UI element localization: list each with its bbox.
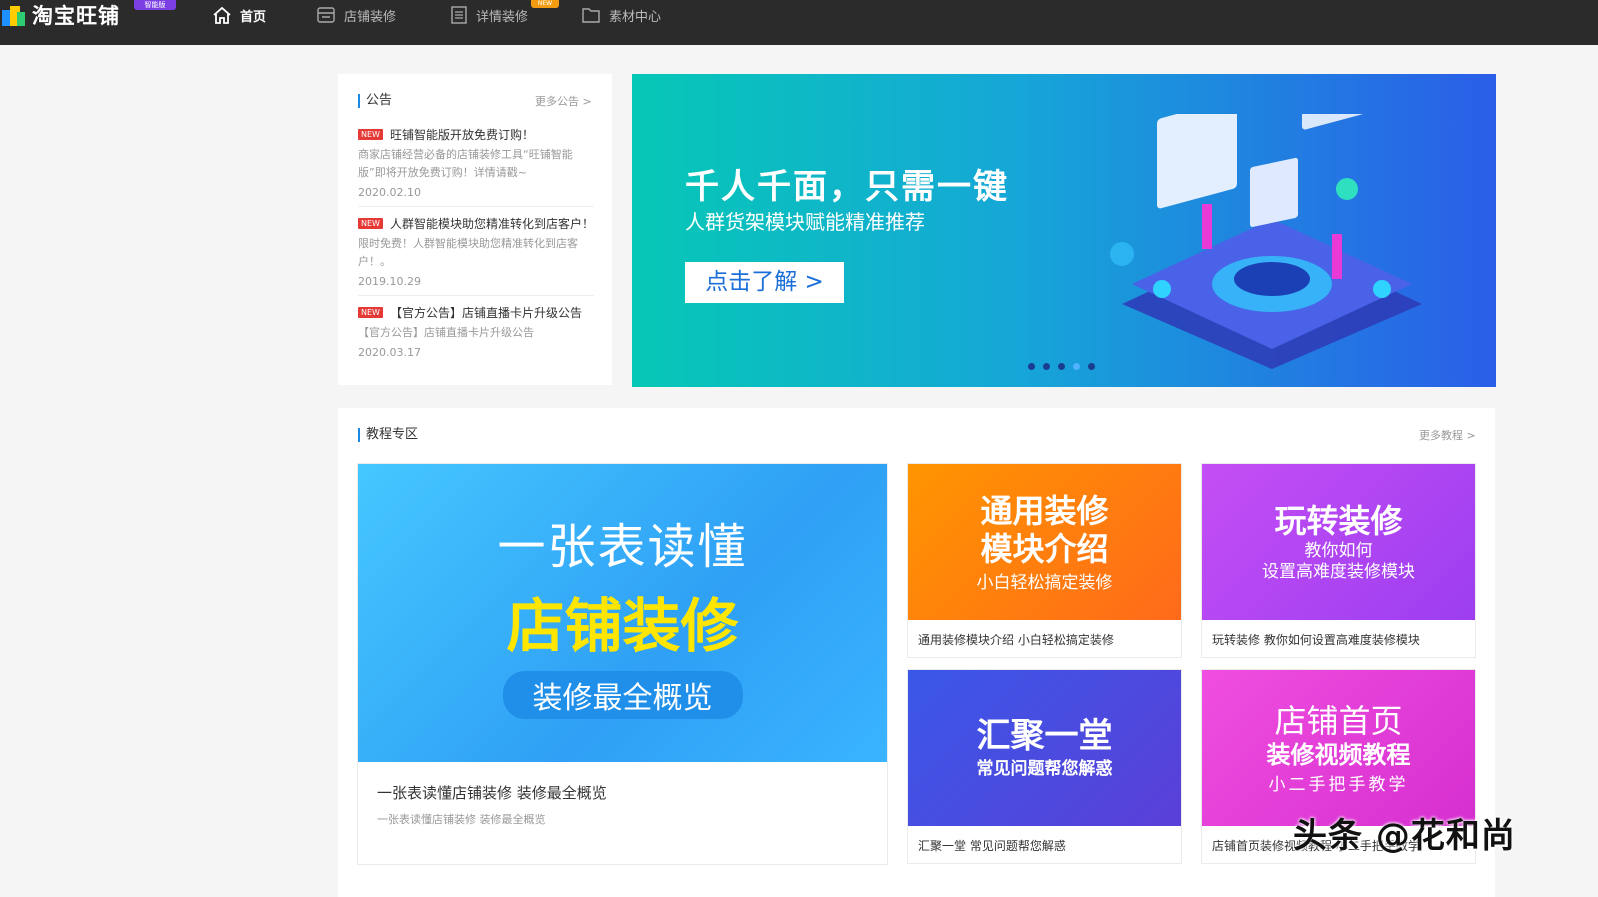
tutorial-item[interactable]: 汇聚一堂 常见问题帮您解惑 汇聚一堂 常见问题帮您解惑 xyxy=(907,669,1182,864)
banner-title: 千人千面，只需一键 xyxy=(685,167,1009,207)
store-icon xyxy=(317,7,335,23)
thumb-line1: 通用装修 xyxy=(980,491,1109,530)
notice-item-desc: 商家店铺经营必备的店铺装修工具“旺铺智能版”即将开放免费订购！详情请戳~ xyxy=(358,148,573,179)
nav-label: 首页 xyxy=(240,9,267,25)
nav-detail-decoration[interactable]: 详情装修 xyxy=(450,0,528,30)
tutorial-thumbnail: 玩转装修 教你如何 设置高难度装修模块 xyxy=(1202,464,1475,620)
edition-badge: 智能版 xyxy=(134,0,176,10)
carousel-dot[interactable] xyxy=(1028,363,1035,370)
nav-label: 店铺装修 xyxy=(344,9,397,25)
notice-item-date: 2019.10.29 xyxy=(358,275,421,288)
notice-item[interactable]: NEW 【官方公告】店铺直播卡片升级公告 【官方公告】店铺直播卡片升级公告 202… xyxy=(358,304,594,359)
top-navbar: 淘宝旺铺 智能版 首页 店铺装修 详情装修 NEW 素材中心 xyxy=(0,0,1598,45)
thumb-line2: 店铺装修 xyxy=(506,592,739,660)
tutorial-caption: 通用装修模块介绍 小白轻松搞定装修 xyxy=(918,633,1114,647)
nav-store-decoration[interactable]: 店铺装修 xyxy=(316,0,396,30)
thumb-line3: 小白轻松搞定装修 xyxy=(976,572,1113,593)
thumb-line1: 汇聚一堂 xyxy=(976,716,1113,756)
new-tag: NEW xyxy=(358,306,383,318)
notice-item[interactable]: NEW 人群智能模块助您精准转化到店客户！ 限时免费！人群智能模块助您精准转化到店… xyxy=(358,215,594,288)
tutorial-item[interactable]: 玩转装修 教你如何 设置高难度装修模块 玩转装修 教你如何设置高难度装修模块 xyxy=(1201,463,1476,658)
document-icon xyxy=(451,6,467,24)
nav-label: 详情装修 xyxy=(476,9,529,25)
tutorial-title: 教程专区 xyxy=(358,428,418,442)
nav-new-badge: NEW xyxy=(531,0,559,8)
notice-item-title: 【官方公告】店铺直播卡片升级公告 xyxy=(389,305,582,320)
promo-banner[interactable]: 千人千面，只需一键 人群货架模块赋能精准推荐 点击了解 > xyxy=(632,74,1496,387)
thumb-line3: 装修最全概览 xyxy=(502,671,743,719)
logo-text: 淘宝旺铺 xyxy=(32,4,120,28)
nav-label: 素材中心 xyxy=(609,9,662,25)
nav-material-center[interactable]: 素材中心 xyxy=(581,0,661,30)
tutorial-subcaption: 一张表读懂店铺装修 装修最全概览 xyxy=(377,813,546,826)
thumb-line2: 常见问题帮您解惑 xyxy=(976,759,1113,779)
notice-item-date: 2020.03.17 xyxy=(358,346,421,359)
carousel-dot[interactable] xyxy=(1088,363,1095,370)
tutorial-thumbnail: 店铺首页 装修视频教程 小二手把手教学 xyxy=(1202,670,1475,826)
new-tag: NEW xyxy=(358,217,383,229)
logo[interactable]: 淘宝旺铺 xyxy=(2,0,120,30)
notice-item-title: 人群智能模块助您精准转化到店客户！ xyxy=(389,216,594,231)
tutorial-caption: 一张表读懂店铺装修 装修最全概览 xyxy=(377,784,607,802)
thumb-line2: 模块介绍 xyxy=(980,529,1109,568)
tutorial-thumbnail: 通用装修 模块介绍 小白轻松搞定装修 xyxy=(908,464,1181,620)
thumb-line1: 玩转装修 xyxy=(1274,502,1403,540)
carousel-dot-active[interactable] xyxy=(1073,363,1080,370)
carousel-dot[interactable] xyxy=(1043,363,1050,370)
notice-item-desc: 【官方公告】店铺直播卡片升级公告 xyxy=(358,326,534,339)
divider xyxy=(358,295,594,296)
more-tutorials-link[interactable]: 更多教程 > xyxy=(1419,427,1476,443)
thumb-line2: 装修视频教程 xyxy=(1266,740,1411,769)
banner-subtitle: 人群货架模块赋能精准推荐 xyxy=(685,210,925,234)
thumb-line1: 店铺首页 xyxy=(1274,701,1403,740)
notice-title: 公告 xyxy=(358,94,392,108)
tutorial-thumbnail: 汇聚一堂 常见问题帮您解惑 xyxy=(908,670,1181,826)
notice-item-desc: 限时免费！人群智能模块助您精准转化到店客户！。 xyxy=(358,237,578,268)
learn-more-button[interactable]: 点击了解 > xyxy=(685,262,844,303)
more-notices-link[interactable]: 更多公告 > xyxy=(535,93,592,109)
tutorial-item[interactable]: 通用装修 模块介绍 小白轻松搞定装修 通用装修模块介绍 小白轻松搞定装修 xyxy=(907,463,1182,658)
folder-icon xyxy=(582,8,600,23)
thumb-line3: 小二手把手教学 xyxy=(1268,774,1409,795)
thumb-line1: 一张表读懂 xyxy=(497,519,748,575)
carousel-dot[interactable] xyxy=(1058,363,1065,370)
thumb-line3: 设置高难度装修模块 xyxy=(1262,562,1415,582)
tutorial-caption: 玩转装修 教你如何设置高难度装修模块 xyxy=(1212,633,1420,647)
logo-mark-icon xyxy=(2,4,26,26)
home-icon xyxy=(213,6,231,24)
watermark: 头条 @花和尚 xyxy=(1293,816,1516,856)
notice-card: 公告 更多公告 > NEW 旺铺智能版开放免费订购！ 商家店铺经营必备的店铺装修工… xyxy=(338,74,612,385)
tutorial-caption: 汇聚一堂 常见问题帮您解惑 xyxy=(918,839,1066,853)
new-tag: NEW xyxy=(358,128,383,140)
notice-item[interactable]: NEW 旺铺智能版开放免费订购！ 商家店铺经营必备的店铺装修工具“旺铺智能版”即将… xyxy=(358,126,594,199)
notice-item-date: 2020.02.10 xyxy=(358,186,421,199)
isometric-illustration-icon xyxy=(1110,114,1422,369)
thumb-line2: 教你如何 xyxy=(1304,541,1373,561)
nav-home[interactable]: 首页 xyxy=(212,0,266,30)
tutorial-thumbnail: 一张表读懂 店铺装修 装修最全概览 xyxy=(358,464,887,762)
tutorial-featured[interactable]: 一张表读懂 店铺装修 装修最全概览 一张表读懂店铺装修 装修最全概览 一张表读懂… xyxy=(357,463,888,865)
notice-item-title: 旺铺智能版开放免费订购！ xyxy=(389,127,534,142)
carousel-dots xyxy=(1028,363,1103,370)
divider xyxy=(358,206,594,207)
